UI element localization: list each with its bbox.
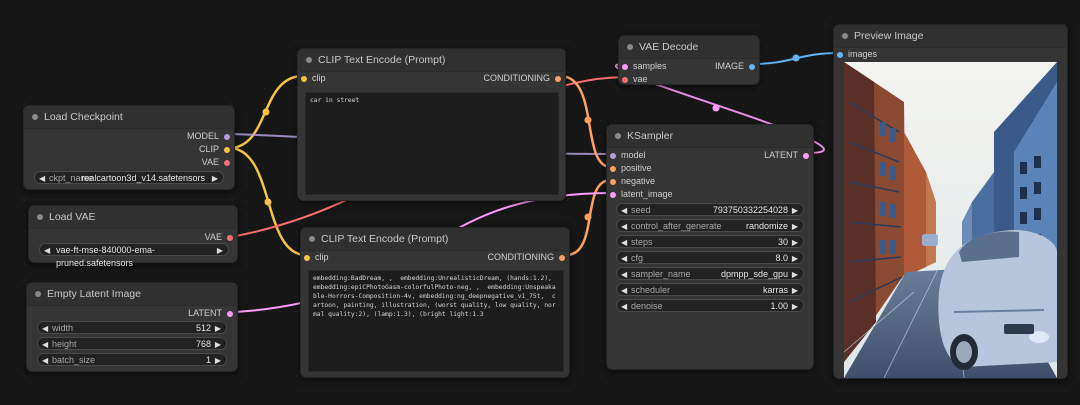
input-negative[interactable]: negative [610, 175, 655, 187]
node-title: Load Checkpoint [24, 106, 234, 129]
control-after-generate-widget[interactable]: ◀ control_after_generate randomize ▶ [616, 219, 804, 232]
load-checkpoint-node[interactable]: Load Checkpoint MODEL CLIP VAE ◀ ckpt_na… [23, 105, 235, 190]
arrow-left-icon[interactable]: ◀ [621, 284, 627, 297]
preview-image-node[interactable]: Preview Image images [833, 24, 1068, 379]
load-vae-node[interactable]: Load VAE VAE ◀ vae-ft-mse-840000-ema-pru… [28, 205, 238, 268]
arrow-right-icon[interactable]: ▶ [792, 236, 798, 249]
input-samples[interactable]: samples [622, 60, 667, 72]
arrow-left-icon[interactable]: ◀ [621, 220, 627, 233]
prompt-textarea[interactable]: car in street [305, 92, 559, 195]
node-title: Empty Latent Image [27, 283, 237, 306]
arrow-left-icon[interactable]: ◀ [621, 252, 627, 265]
arrow-right-icon[interactable]: ▶ [792, 268, 798, 281]
output-conditioning[interactable]: CONDITIONING [488, 251, 565, 263]
arrow-right-icon[interactable]: ▶ [792, 220, 798, 233]
node-title: CLIP Text Encode (Prompt) [298, 49, 565, 72]
batch-size-widget[interactable]: ◀ batch_size 1 ▶ [37, 353, 227, 366]
arrow-right-icon[interactable]: ▶ [215, 354, 221, 367]
output-latent[interactable]: LATENT [764, 149, 809, 161]
arrow-right-icon[interactable]: ▶ [792, 284, 798, 297]
arrow-left-icon[interactable]: ◀ [39, 172, 45, 185]
prompt-textarea[interactable]: embedding:BadDream, , embedding:Unrealis… [308, 270, 564, 372]
height-widget[interactable]: ◀ height 768 ▶ [37, 337, 227, 350]
cfg-widget[interactable]: ◀ cfg 8.0 ▶ [616, 251, 804, 264]
node-title: KSampler [607, 125, 813, 148]
arrow-left-icon[interactable]: ◀ [621, 236, 627, 249]
scheduler-widget[interactable]: ◀ scheduler karras ▶ [616, 283, 804, 296]
arrow-right-icon[interactable]: ▶ [792, 204, 798, 217]
arrow-left-icon[interactable]: ◀ [42, 338, 48, 351]
output-clip[interactable]: CLIP [199, 143, 230, 155]
clip-text-encode-negative-node[interactable]: CLIP Text Encode (Prompt) clip CONDITION… [300, 227, 570, 378]
arrow-right-icon[interactable]: ▶ [215, 322, 221, 335]
node-title: VAE Decode [619, 36, 759, 59]
output-latent[interactable]: LATENT [188, 307, 233, 319]
arrow-right-icon[interactable]: ▶ [212, 172, 218, 185]
ckpt-name-combo[interactable]: ◀ ckpt_name realcartoon3d_v14.safetensor… [34, 171, 224, 184]
arrow-right-icon[interactable]: ▶ [792, 300, 798, 313]
vae-name-combo[interactable]: ◀ vae-ft-mse-840000-ema-pruned.safetenso… [39, 243, 229, 268]
node-title: Load VAE [29, 206, 237, 229]
arrow-right-icon[interactable]: ▶ [215, 338, 221, 351]
input-clip[interactable]: clip [304, 251, 329, 263]
output-conditioning[interactable]: CONDITIONING [484, 72, 561, 84]
output-model[interactable]: MODEL [187, 130, 230, 142]
input-clip[interactable]: clip [301, 72, 326, 84]
output-image[interactable]: IMAGE [715, 60, 755, 72]
input-positive[interactable]: positive [610, 162, 652, 174]
clip-text-encode-positive-node[interactable]: CLIP Text Encode (Prompt) clip CONDITION… [297, 48, 566, 201]
ksampler-node[interactable]: KSampler model positive negative latent_… [606, 124, 814, 370]
arrow-right-icon[interactable]: ▶ [217, 244, 223, 257]
node-title: Preview Image [834, 25, 1067, 48]
arrow-left-icon[interactable]: ◀ [42, 354, 48, 367]
input-vae[interactable]: vae [622, 73, 648, 85]
sampler-name-widget[interactable]: ◀ sampler_name dpmpp_sde_gpu ▶ [616, 267, 804, 280]
node-title: CLIP Text Encode (Prompt) [301, 228, 569, 251]
arrow-right-icon[interactable]: ▶ [792, 252, 798, 265]
preview-image [844, 62, 1057, 378]
arrow-left-icon[interactable]: ◀ [621, 300, 627, 313]
input-model[interactable]: model [610, 149, 646, 161]
arrow-left-icon[interactable]: ◀ [621, 204, 627, 217]
output-vae[interactable]: VAE [202, 156, 230, 168]
width-widget[interactable]: ◀ width 512 ▶ [37, 321, 227, 334]
output-vae[interactable]: VAE [205, 231, 233, 243]
arrow-left-icon[interactable]: ◀ [44, 244, 50, 257]
empty-latent-image-node[interactable]: Empty Latent Image LATENT ◀ width 512 ▶ … [26, 282, 238, 372]
arrow-left-icon[interactable]: ◀ [621, 268, 627, 281]
steps-widget[interactable]: ◀ steps 30 ▶ [616, 235, 804, 248]
denoise-widget[interactable]: ◀ denoise 1.00 ▶ [616, 299, 804, 312]
vae-decode-node[interactable]: VAE Decode samples vae IMAGE [618, 35, 760, 85]
generated-image-street-car [844, 62, 1057, 378]
input-images[interactable]: images [837, 48, 877, 60]
arrow-left-icon[interactable]: ◀ [42, 322, 48, 335]
seed-widget[interactable]: ◀ seed 793750332254028 ▶ [616, 203, 804, 216]
input-latent-image[interactable]: latent_image [610, 188, 673, 200]
